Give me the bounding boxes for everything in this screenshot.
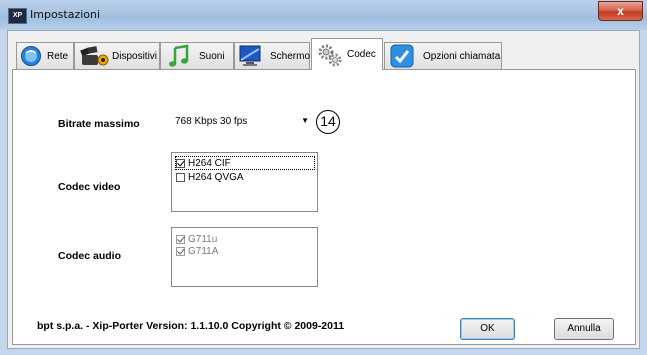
checkbox[interactable] bbox=[176, 158, 185, 168]
video-codec-list[interactable]: H264 CIF H264 QVGA bbox=[171, 152, 318, 212]
bitrate-dropdown[interactable]: 768 Kbps 30 fps ▼ bbox=[170, 112, 312, 132]
tab-label: Schermo bbox=[270, 50, 311, 62]
version-info: bpt s.p.a. - Xip-Porter Version: 1.1.10.… bbox=[37, 320, 345, 332]
audio-codec-label: Codec audio bbox=[58, 250, 122, 262]
close-button[interactable]: x bbox=[598, 1, 643, 21]
tab-opzioni-chiamata[interactable]: Opzioni chiamata bbox=[384, 42, 502, 69]
checkbox[interactable] bbox=[176, 172, 185, 182]
list-item[interactable]: G711A bbox=[176, 245, 218, 257]
app-icon: XP bbox=[8, 8, 27, 24]
gears-icon bbox=[318, 44, 342, 66]
checkbox[interactable] bbox=[176, 246, 185, 256]
window-title: Impostazioni bbox=[30, 8, 101, 21]
tab-suoni[interactable]: Suoni bbox=[160, 42, 234, 69]
list-item[interactable]: G711u bbox=[176, 233, 217, 245]
close-icon: x bbox=[617, 4, 624, 18]
list-item[interactable]: H264 QVGA bbox=[176, 171, 244, 183]
ok-button[interactable]: OK bbox=[460, 318, 515, 340]
list-item[interactable]: H264 CIF bbox=[175, 156, 315, 170]
tab-label: Dispositivi bbox=[112, 50, 158, 62]
video-camera-icon bbox=[80, 46, 109, 66]
tab-codec[interactable]: Codec bbox=[311, 38, 383, 70]
monitor-icon bbox=[239, 45, 261, 66]
bitrate-value: 768 Kbps 30 fps bbox=[175, 116, 248, 127]
tab-rete[interactable]: Rete bbox=[16, 42, 74, 69]
video-codec-label: Codec video bbox=[58, 181, 121, 193]
item-label: H264 CIF bbox=[188, 157, 231, 169]
tab-label: Suoni bbox=[199, 50, 225, 62]
phone-check-icon bbox=[390, 44, 414, 68]
item-label: H264 QVGA bbox=[188, 171, 244, 183]
bitrate-label: Bitrate massimo bbox=[58, 118, 140, 130]
cancel-button[interactable]: Annulla bbox=[554, 318, 614, 340]
tab-label: Codec bbox=[347, 49, 376, 60]
callout-number: 14 bbox=[316, 110, 340, 134]
tab-schermo[interactable]: Schermo bbox=[234, 42, 310, 69]
music-note-icon bbox=[169, 44, 189, 67]
chevron-down-icon: ▼ bbox=[301, 116, 309, 125]
audio-codec-list[interactable]: G711u G711A bbox=[171, 227, 318, 287]
globe-icon bbox=[21, 46, 41, 66]
tab-dispositivi[interactable]: Dispositivi bbox=[74, 42, 160, 69]
checkbox[interactable] bbox=[176, 234, 185, 244]
item-label: G711u bbox=[188, 233, 218, 245]
tab-label: Opzioni chiamata bbox=[423, 50, 501, 62]
item-label: G711A bbox=[188, 245, 219, 257]
tab-label: Rete bbox=[47, 50, 69, 62]
